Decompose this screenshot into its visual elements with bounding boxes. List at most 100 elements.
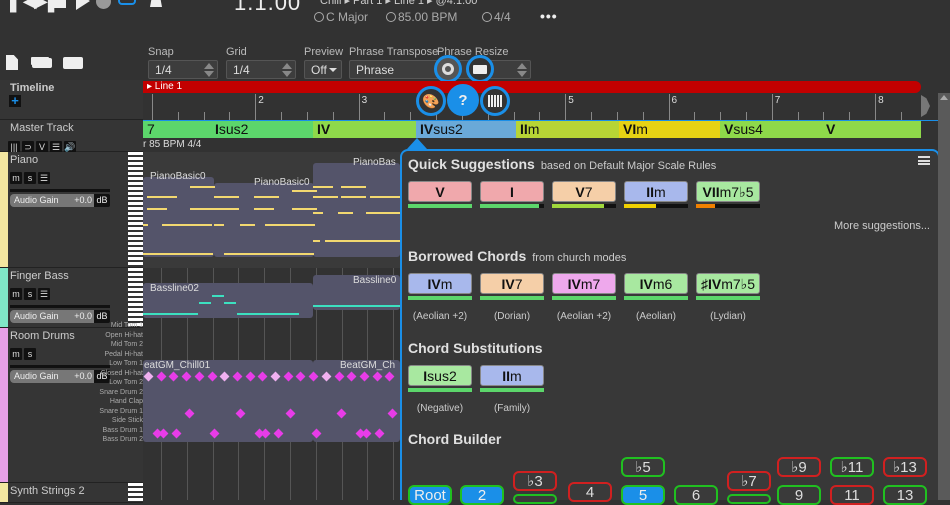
- mute-button[interactable]: m: [10, 288, 22, 300]
- piano-keyboard[interactable]: [128, 268, 143, 327]
- timeline-end-handle[interactable]: [921, 95, 930, 117]
- piano-keyboard[interactable]: [128, 152, 143, 267]
- more-suggestions-link[interactable]: More suggestions...: [834, 220, 930, 232]
- breadcrumb[interactable]: Chill ▸ Part 1 ▸ Line 1 ▸ @4.1.00: [320, 0, 477, 7]
- note[interactable]: [224, 302, 236, 304]
- note[interactable]: [214, 224, 224, 226]
- chord-interval-button[interactable]: 2: [460, 485, 504, 505]
- chord-block[interactable]: Vsus4: [720, 121, 822, 138]
- note[interactable]: [190, 208, 215, 210]
- note[interactable]: [214, 208, 239, 210]
- keyboard-button[interactable]: [466, 55, 494, 83]
- chord-chip[interactable]: ♯IVm7♭5: [696, 273, 760, 294]
- scroll-up-icon[interactable]: [940, 95, 948, 100]
- chord-chip[interactable]: IIm: [624, 181, 688, 202]
- chord-block[interactable]: IIm: [516, 121, 619, 138]
- snap-select[interactable]: 1/4: [148, 60, 218, 79]
- chord-chip[interactable]: V: [408, 181, 472, 202]
- note[interactable]: [313, 212, 323, 214]
- grid-select[interactable]: 1/4: [226, 60, 296, 79]
- piano-keyboard[interactable]: [128, 483, 143, 502]
- chord-interval-button[interactable]: [727, 494, 771, 504]
- solo-button[interactable]: s: [24, 172, 36, 184]
- note[interactable]: [341, 196, 366, 198]
- note[interactable]: [143, 253, 213, 255]
- chord-chip[interactable]: IIm: [480, 365, 544, 386]
- chord-interval-button[interactable]: 11: [830, 485, 874, 505]
- note[interactable]: [292, 190, 317, 192]
- audio-gain-slider[interactable]: Audio Gain +0.0 dB: [10, 194, 110, 207]
- add-line-button[interactable]: +: [9, 94, 21, 107]
- tempo-setting[interactable]: 85.00 BPM: [386, 10, 457, 24]
- chord-interval-button[interactable]: 5: [621, 485, 665, 505]
- mute-button[interactable]: m: [10, 348, 22, 360]
- note[interactable]: [254, 196, 279, 198]
- note[interactable]: [313, 186, 333, 188]
- phrase-clip[interactable]: [143, 177, 214, 257]
- note[interactable]: [199, 302, 211, 304]
- chord-interval-button[interactable]: ♭3: [513, 471, 557, 491]
- chord-interval-button[interactable]: 13: [883, 485, 927, 505]
- note[interactable]: [143, 313, 198, 315]
- chord-interval-button[interactable]: ♭13: [883, 457, 927, 477]
- help-button[interactable]: ?: [447, 84, 479, 116]
- mute-button[interactable]: m: [10, 172, 22, 184]
- dial-button[interactable]: [434, 55, 462, 83]
- chord-block[interactable]: IV: [313, 121, 416, 138]
- note[interactable]: [224, 253, 314, 255]
- new-file-icon[interactable]: [6, 55, 18, 70]
- chord-block[interactable]: IVsus2: [416, 121, 516, 138]
- chord-chip[interactable]: I: [480, 181, 544, 202]
- note[interactable]: [254, 208, 274, 210]
- chord-chip[interactable]: Isus2: [408, 365, 472, 386]
- palette-button[interactable]: 🎨: [416, 86, 446, 116]
- chord-block[interactable]: VIm: [619, 121, 720, 138]
- metronome-icon[interactable]: [150, 0, 162, 7]
- menu-button[interactable]: ☰: [38, 288, 50, 300]
- note[interactable]: [341, 186, 366, 188]
- note[interactable]: [147, 196, 177, 198]
- note[interactable]: [143, 224, 148, 226]
- phrase-clip[interactable]: [214, 183, 314, 257]
- menu-button[interactable]: ☰: [38, 172, 50, 184]
- note[interactable]: [240, 224, 255, 226]
- chord-chip[interactable]: IV7: [480, 273, 544, 294]
- note[interactable]: [338, 212, 353, 214]
- chord-interval-button[interactable]: ♭7: [727, 471, 771, 491]
- note[interactable]: [313, 305, 400, 307]
- note[interactable]: [370, 196, 400, 198]
- preview-dropdown[interactable]: Off: [304, 60, 342, 79]
- chord-chip[interactable]: V7: [552, 181, 616, 202]
- chord-chip[interactable]: IVm7: [552, 273, 616, 294]
- chord-interval-button[interactable]: [513, 494, 557, 504]
- chord-interval-button[interactable]: 4: [568, 482, 612, 502]
- note[interactable]: [313, 240, 320, 242]
- note[interactable]: [366, 212, 400, 214]
- chord-interval-button[interactable]: ♭9: [777, 457, 821, 477]
- play-icon[interactable]: [76, 0, 90, 10]
- chord-block[interactable]: V: [822, 121, 921, 138]
- note[interactable]: [147, 208, 167, 210]
- chord-chip[interactable]: IVm: [408, 273, 472, 294]
- chord-interval-button[interactable]: Root: [408, 485, 452, 505]
- note[interactable]: [212, 295, 224, 297]
- skip-back-icon[interactable]: ▌◀: [10, 0, 37, 10]
- solo-button[interactable]: s: [24, 348, 36, 360]
- chord-interval-button[interactable]: ♭11: [830, 457, 874, 477]
- note[interactable]: [325, 240, 400, 242]
- time-signature-setting[interactable]: 4/4: [482, 10, 511, 24]
- more-options-button[interactable]: •••: [540, 8, 558, 24]
- chord-interval-button[interactable]: 9: [777, 485, 821, 505]
- note[interactable]: [313, 196, 338, 198]
- keyboard-shortcut-icon[interactable]: [63, 57, 83, 69]
- chord-interval-button[interactable]: 6: [674, 485, 718, 505]
- note[interactable]: [190, 186, 215, 188]
- piano-keys-button[interactable]: [480, 86, 510, 116]
- chord-chip[interactable]: VIIm7♭5: [696, 181, 760, 202]
- note[interactable]: [265, 224, 315, 226]
- chord-interval-button[interactable]: ♭5: [621, 457, 665, 477]
- loop-icon[interactable]: [118, 0, 136, 5]
- chord-chip[interactable]: IVm6: [624, 273, 688, 294]
- menu-icon[interactable]: [918, 156, 930, 165]
- note[interactable]: [292, 208, 317, 210]
